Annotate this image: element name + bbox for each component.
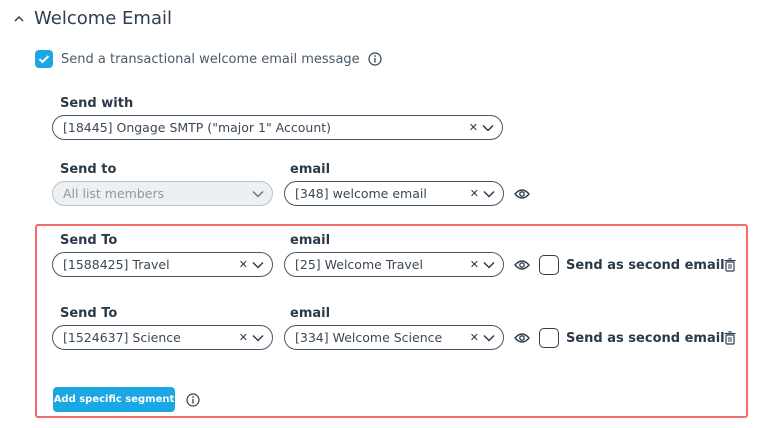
info-icon[interactable] xyxy=(186,393,200,407)
segment-send-to-value: [1588425] Travel xyxy=(63,257,170,272)
check-icon xyxy=(38,55,50,64)
segment-send-to-value: [1524637] Science xyxy=(63,330,181,345)
trash-icon[interactable] xyxy=(724,258,736,272)
segment-send-to-select[interactable]: [1588425] Travel ✕ xyxy=(52,252,273,277)
chevron-down-icon[interactable] xyxy=(483,190,495,198)
eye-icon[interactable] xyxy=(514,332,530,344)
send-with-select[interactable]: [18445] Ongage SMTP ("major 1" Account) … xyxy=(52,115,503,140)
segment-email-select[interactable]: [25] Welcome Travel ✕ xyxy=(284,252,504,277)
chevron-down-icon[interactable] xyxy=(482,124,494,132)
segment-email-value: [25] Welcome Travel xyxy=(295,257,423,272)
email-select[interactable]: [348] welcome email ✕ xyxy=(284,181,504,206)
send-to-select: All list members xyxy=(52,181,273,206)
eye-icon[interactable] xyxy=(514,188,530,200)
info-icon[interactable] xyxy=(368,52,382,66)
segment-email-select[interactable]: [334] Welcome Science ✕ xyxy=(284,325,504,350)
send-welcome-row: Send a transactional welcome email messa… xyxy=(35,50,382,68)
chevron-down-icon[interactable] xyxy=(483,261,495,269)
send-with-value: [18445] Ongage SMTP ("major 1" Account) xyxy=(63,120,332,135)
clear-icon[interactable]: ✕ xyxy=(470,331,479,344)
email-label: email xyxy=(290,162,331,177)
eye-icon[interactable] xyxy=(514,259,530,271)
clear-icon[interactable]: ✕ xyxy=(470,258,479,271)
send-with-label: Send with xyxy=(60,96,134,111)
second-email-checkbox[interactable] xyxy=(539,328,559,348)
section-title: Welcome Email xyxy=(34,8,172,29)
chevron-down-icon[interactable] xyxy=(483,334,495,342)
add-segment-button[interactable]: Add specific segment xyxy=(53,387,175,412)
chevron-up-icon xyxy=(14,15,24,22)
chevron-down-icon xyxy=(252,190,264,198)
email-value: [348] welcome email xyxy=(295,186,427,201)
segment-email-label: email xyxy=(290,233,331,248)
second-email-label: Send as second email xyxy=(566,258,725,273)
section-header[interactable]: Welcome Email xyxy=(14,8,172,29)
segment-send-to-label: Send To xyxy=(60,306,118,321)
second-email-checkbox[interactable] xyxy=(539,255,559,275)
clear-icon[interactable]: ✕ xyxy=(470,187,479,200)
segment-send-to-select[interactable]: [1524637] Science ✕ xyxy=(52,325,273,350)
clear-icon[interactable]: ✕ xyxy=(469,121,478,134)
segment-email-value: [334] Welcome Science xyxy=(295,330,443,345)
send-to-label: Send to xyxy=(60,162,117,177)
chevron-down-icon[interactable] xyxy=(252,334,264,342)
clear-icon[interactable]: ✕ xyxy=(239,258,248,271)
send-welcome-checkbox[interactable] xyxy=(35,50,53,68)
send-welcome-label: Send a transactional welcome email messa… xyxy=(61,51,360,67)
second-email-label: Send as second email xyxy=(566,331,725,346)
send-to-value: All list members xyxy=(63,186,165,201)
trash-icon[interactable] xyxy=(724,331,736,345)
clear-icon[interactable]: ✕ xyxy=(239,331,248,344)
segment-email-label: email xyxy=(290,306,331,321)
chevron-down-icon[interactable] xyxy=(252,261,264,269)
segment-send-to-label: Send To xyxy=(60,233,118,248)
